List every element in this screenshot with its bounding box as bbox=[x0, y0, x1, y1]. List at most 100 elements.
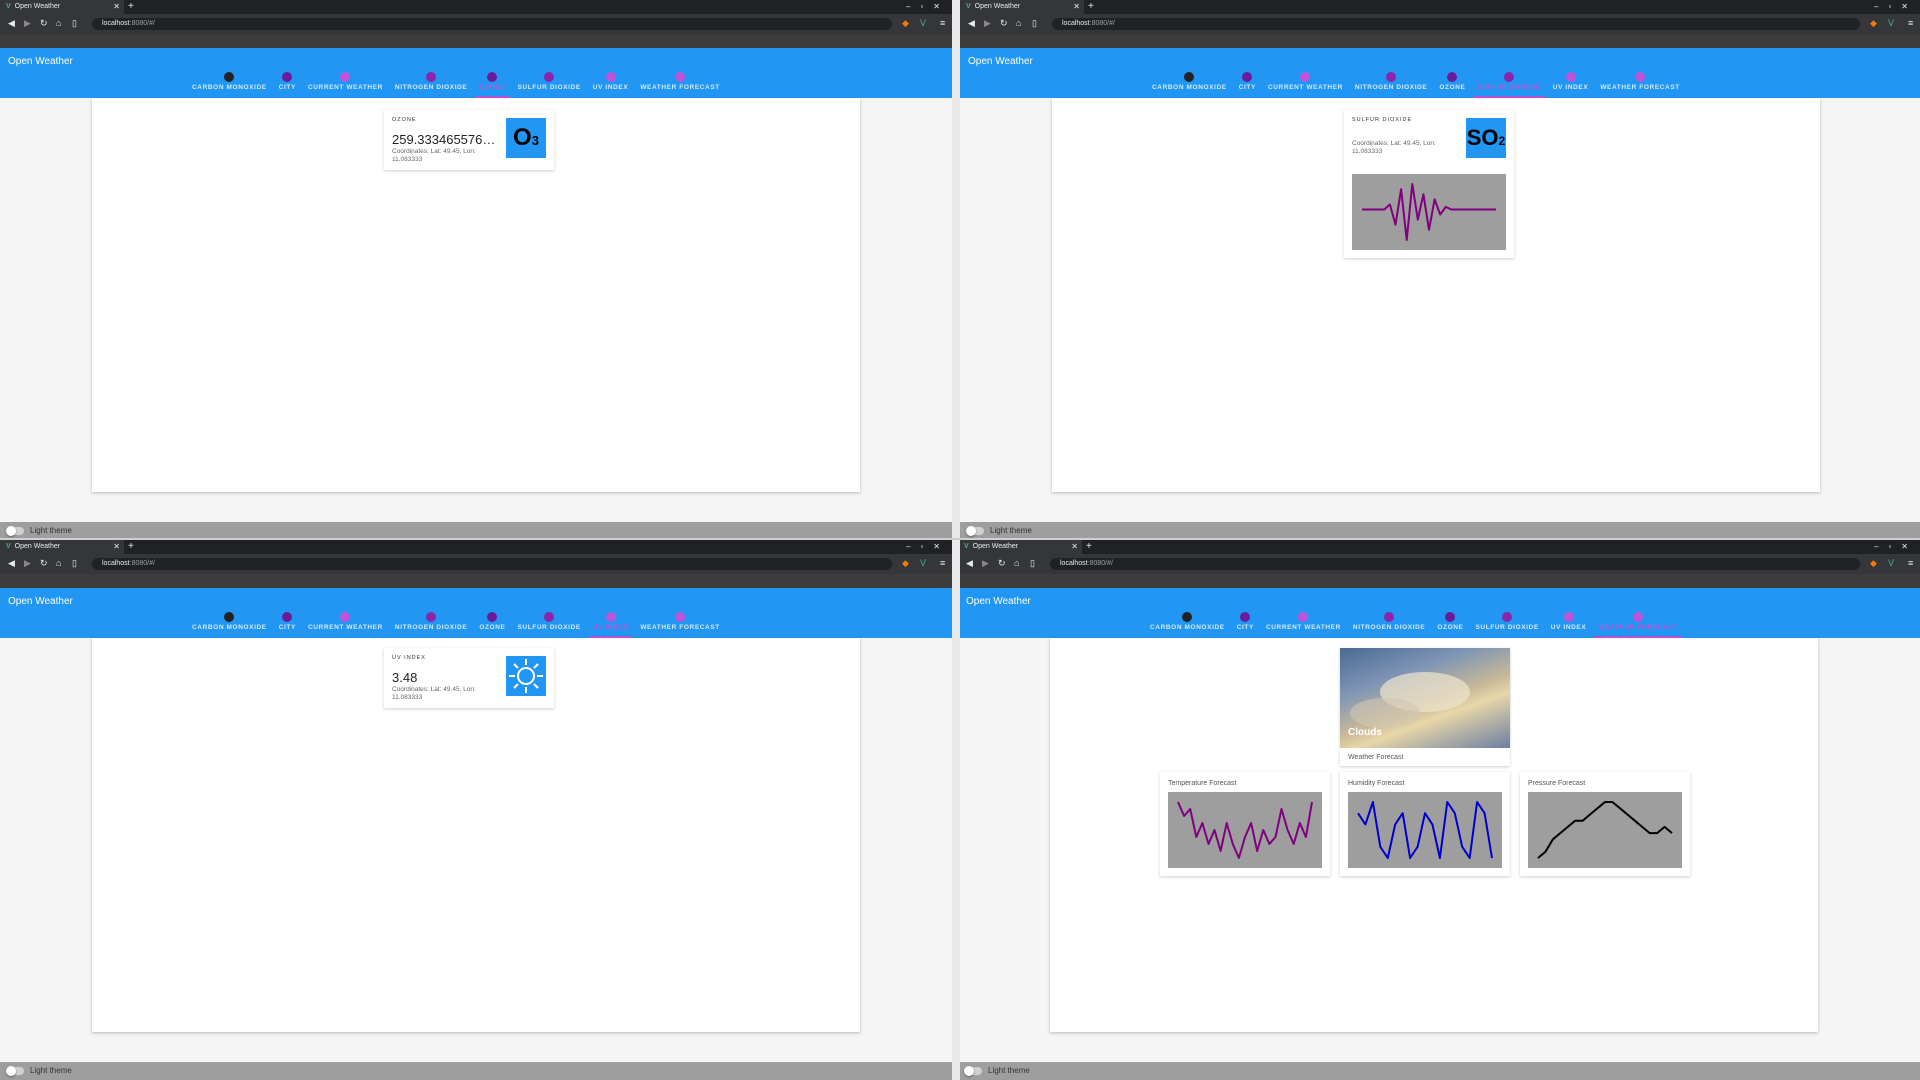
tab-weather-forecast[interactable]: WEATHER FORECAST bbox=[634, 610, 726, 638]
cloud-puff bbox=[1350, 698, 1420, 728]
o3-icon bbox=[1445, 612, 1456, 622]
tab-carbon-monoxide[interactable]: CARBON MONOXIDE bbox=[1144, 610, 1231, 638]
content-area: SULFUR DIOXIDE Coordinates: Lat: 49.45, … bbox=[960, 98, 1920, 522]
tab-weather-forecast[interactable]: WEATHER FORECAST bbox=[634, 70, 726, 98]
tab-sulfur-dioxide[interactable]: SULFUR DIOXIDE bbox=[1472, 70, 1547, 98]
tab-city[interactable]: CITY bbox=[1233, 70, 1262, 98]
bookmark-icon[interactable]: ▯ bbox=[72, 558, 77, 569]
forward-icon[interactable]: ▶ bbox=[24, 558, 31, 569]
tab-uv-index[interactable]: UV INDEX bbox=[587, 70, 635, 98]
reload-icon[interactable]: ↻ bbox=[40, 18, 48, 29]
home-icon[interactable]: ⌂ bbox=[56, 558, 61, 568]
vue-logo-icon: V bbox=[6, 3, 11, 10]
tab-carbon-monoxide[interactable]: CARBON MONOXIDE bbox=[1146, 70, 1233, 98]
new-tab-button[interactable]: + bbox=[128, 0, 134, 14]
bookmark-icon[interactable]: ▯ bbox=[1030, 558, 1035, 569]
bookmark-icon[interactable]: ▯ bbox=[72, 18, 77, 29]
tab-city[interactable]: CITY bbox=[1231, 610, 1260, 638]
bookmark-icon[interactable]: ▯ bbox=[1032, 18, 1037, 29]
tab-current-weather[interactable]: CURRENT WEATHER bbox=[1262, 70, 1349, 98]
back-icon[interactable]: ◀ bbox=[968, 18, 975, 29]
tab-uv-index[interactable]: UV INDEX bbox=[1545, 610, 1593, 638]
tab-city[interactable]: CITY bbox=[273, 70, 302, 98]
close-tab-icon[interactable]: ✕ bbox=[113, 0, 120, 14]
new-tab-button[interactable]: + bbox=[1086, 540, 1092, 554]
close-tab-icon[interactable]: ✕ bbox=[113, 540, 120, 554]
tab-city[interactable]: CITY bbox=[273, 610, 302, 638]
forward-icon[interactable]: ▶ bbox=[24, 18, 31, 29]
window-controls[interactable]: –▫✕ bbox=[1874, 0, 1918, 14]
reload-icon[interactable]: ↻ bbox=[998, 558, 1006, 569]
reload-icon[interactable]: ↻ bbox=[1000, 18, 1008, 29]
vue-devtools-icon[interactable]: V bbox=[1888, 558, 1894, 568]
url-field[interactable]: localhost:8080/#/ bbox=[1052, 18, 1860, 30]
tab-carbon-monoxide[interactable]: CARBON MONOXIDE bbox=[186, 70, 273, 98]
menu-icon[interactable]: ≡ bbox=[940, 18, 945, 28]
brave-shield-icon[interactable]: ◆ bbox=[902, 18, 909, 29]
vue-devtools-icon[interactable]: V bbox=[1888, 18, 1894, 28]
vue-devtools-icon[interactable]: V bbox=[920, 558, 926, 568]
close-tab-icon[interactable]: ✕ bbox=[1073, 0, 1080, 14]
brave-shield-icon[interactable]: ◆ bbox=[902, 558, 909, 569]
home-icon[interactable]: ⌂ bbox=[1016, 18, 1021, 28]
vue-devtools-icon[interactable]: V bbox=[920, 18, 926, 28]
tab-ozone[interactable]: OZONE bbox=[473, 610, 511, 638]
forward-icon[interactable]: ▶ bbox=[982, 558, 989, 569]
back-icon[interactable]: ◀ bbox=[966, 558, 973, 569]
so2-formula-icon: SO2 bbox=[1466, 118, 1506, 158]
content-sheet: OZONE 259.33346557617... Coordinates: La… bbox=[92, 98, 860, 492]
tab-sulfur-dioxide[interactable]: SULFUR DIOXIDE bbox=[1470, 610, 1545, 638]
tab-ozone[interactable]: OZONE bbox=[1431, 610, 1469, 638]
url-field[interactable]: localhost:8080/#/ bbox=[92, 18, 892, 30]
tab-uv-index[interactable]: UV INDEX bbox=[1547, 70, 1595, 98]
theme-toggle[interactable] bbox=[6, 1066, 24, 1076]
menu-icon[interactable]: ≡ bbox=[1908, 18, 1913, 28]
tab-sulfur-dioxide[interactable]: SULFUR DIOXIDE bbox=[512, 610, 587, 638]
back-icon[interactable]: ◀ bbox=[8, 18, 15, 29]
theme-toggle[interactable] bbox=[966, 526, 984, 536]
menu-icon[interactable]: ≡ bbox=[1908, 558, 1913, 568]
vue-logo-icon: V bbox=[966, 3, 971, 10]
address-bar: ◀ ▶ ↻ ⌂ ▯ localhost:8080/#/ ◆ V ≡ bbox=[0, 554, 952, 574]
theme-toggle[interactable] bbox=[964, 1066, 982, 1076]
browser-tab[interactable]: V Open Weather ✕ bbox=[0, 540, 124, 554]
browser-tab[interactable]: V Open Weather ✕ bbox=[958, 540, 1082, 554]
forward-icon[interactable]: ▶ bbox=[984, 18, 991, 29]
tab-current-weather[interactable]: CURRENT WEATHER bbox=[302, 70, 389, 98]
browser-tab[interactable]: V Open Weather ✕ bbox=[0, 0, 124, 14]
tab-carbon-monoxide[interactable]: CARBON MONOXIDE bbox=[186, 610, 273, 638]
weather-icon bbox=[1300, 72, 1311, 82]
tab-ozone[interactable]: OZONE bbox=[1433, 70, 1471, 98]
tab-ozone[interactable]: OZONE bbox=[473, 70, 511, 98]
close-tab-icon[interactable]: ✕ bbox=[1071, 540, 1078, 554]
tab-weather-forecast[interactable]: WEATHER FORECAST bbox=[1594, 70, 1686, 98]
app-toolbar: Open Weather CARBON MONOXIDE CITY CURREN… bbox=[958, 588, 1920, 638]
tab-current-weather[interactable]: CURRENT WEATHER bbox=[302, 610, 389, 638]
tab-nitrogen-dioxide[interactable]: NITROGEN DIOXIDE bbox=[389, 610, 473, 638]
url-field[interactable]: localhost:8080/#/ bbox=[1050, 558, 1860, 570]
brave-shield-icon[interactable]: ◆ bbox=[1870, 558, 1877, 569]
theme-toggle[interactable] bbox=[6, 526, 24, 536]
menu-icon[interactable]: ≡ bbox=[940, 558, 945, 568]
tab-nitrogen-dioxide[interactable]: NITROGEN DIOXIDE bbox=[1347, 610, 1431, 638]
new-tab-button[interactable]: + bbox=[128, 540, 134, 554]
home-icon[interactable]: ⌂ bbox=[1014, 558, 1019, 568]
window-controls[interactable]: –▫✕ bbox=[1874, 540, 1918, 554]
tab-weather-forecast[interactable]: WEATHER FORECAST bbox=[1592, 610, 1684, 638]
url-field[interactable]: localhost:8080/#/ bbox=[92, 558, 892, 570]
reload-icon[interactable]: ↻ bbox=[40, 558, 48, 569]
tab-nitrogen-dioxide[interactable]: NITROGEN DIOXIDE bbox=[389, 70, 473, 98]
tab-current-weather[interactable]: CURRENT WEATHER bbox=[1260, 610, 1347, 638]
tab-sulfur-dioxide[interactable]: SULFUR DIOXIDE bbox=[512, 70, 587, 98]
tab-nitrogen-dioxide[interactable]: NITROGEN DIOXIDE bbox=[1349, 70, 1433, 98]
back-icon[interactable]: ◀ bbox=[8, 558, 15, 569]
window-controls[interactable]: –▫✕ bbox=[906, 0, 950, 14]
window-controls[interactable]: –▫✕ bbox=[906, 540, 950, 554]
so2-icon bbox=[544, 612, 555, 622]
home-icon[interactable]: ⌂ bbox=[56, 18, 61, 28]
browser-tab[interactable]: V Open Weather ✕ bbox=[960, 0, 1084, 14]
browser-window-sulfur: V Open Weather ✕ + –▫✕ ◀ ▶ ↻ ⌂ ▯ localhost… bbox=[960, 0, 1920, 540]
new-tab-button[interactable]: + bbox=[1088, 0, 1094, 14]
tab-uv-index[interactable]: UV INDEX bbox=[587, 610, 635, 638]
brave-shield-icon[interactable]: ◆ bbox=[1870, 18, 1877, 29]
